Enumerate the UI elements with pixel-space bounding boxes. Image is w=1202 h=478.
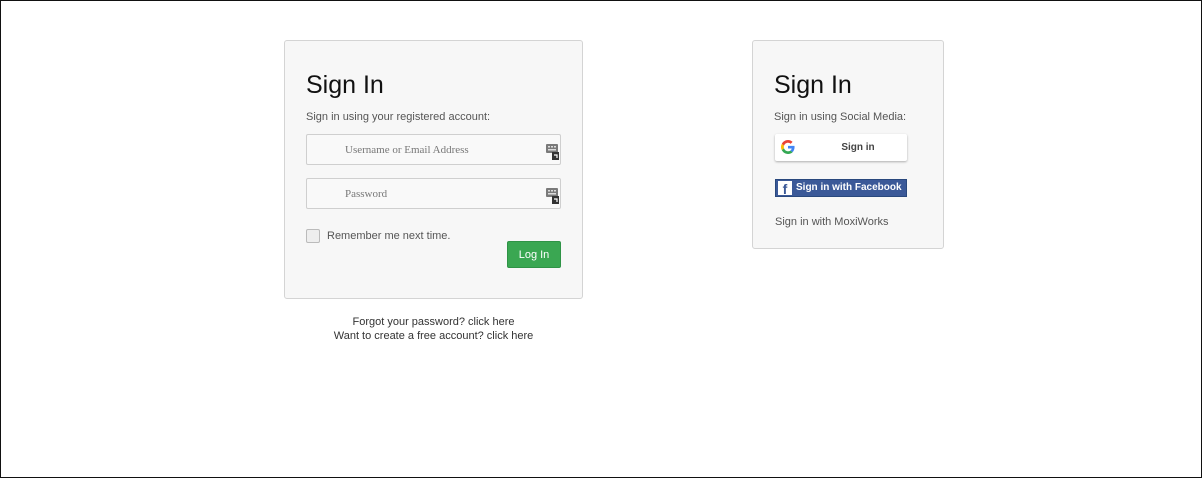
create-account-link[interactable]: Want to create a free account? click her… <box>284 329 583 343</box>
moxiworks-sign-in-link[interactable]: Sign in with MoxiWorks <box>775 216 889 228</box>
password-field-wrapper <box>306 178 561 209</box>
remember-me-checkbox[interactable] <box>306 229 320 243</box>
remember-me: Remember me next time. <box>306 229 450 243</box>
facebook-sign-in-label: Sign in with Facebook <box>796 182 902 193</box>
keyboard-icon[interactable] <box>546 188 559 204</box>
social-login-card: Sign In Sign in using Social Media: Sign… <box>752 40 944 249</box>
google-logo-icon <box>781 140 795 154</box>
password-input[interactable] <box>307 179 542 208</box>
facebook-logo-icon: f <box>778 181 792 197</box>
google-sign-in-label: Sign in <box>841 142 875 153</box>
page-frame <box>0 0 1202 478</box>
google-sign-in-button[interactable]: Sign in <box>775 134 907 161</box>
account-links: Forgot your password? click here Want to… <box>284 315 583 343</box>
login-card: Sign In Sign in using your registered ac… <box>284 40 583 299</box>
social-subtitle: Sign in using Social Media: <box>774 111 907 123</box>
remember-me-label: Remember me next time. <box>327 230 451 242</box>
facebook-sign-in-button[interactable]: f Sign in with Facebook <box>775 179 907 197</box>
login-subtitle: Sign in using your registered account: <box>306 111 491 123</box>
login-button[interactable]: Log In <box>507 241 561 268</box>
keyboard-icon[interactable] <box>546 144 559 160</box>
forgot-password-link[interactable]: Forgot your password? click here <box>284 315 583 329</box>
username-input[interactable] <box>307 135 542 164</box>
username-field-wrapper <box>306 134 561 165</box>
social-title: Sign In <box>774 71 852 99</box>
login-title: Sign In <box>306 71 384 99</box>
